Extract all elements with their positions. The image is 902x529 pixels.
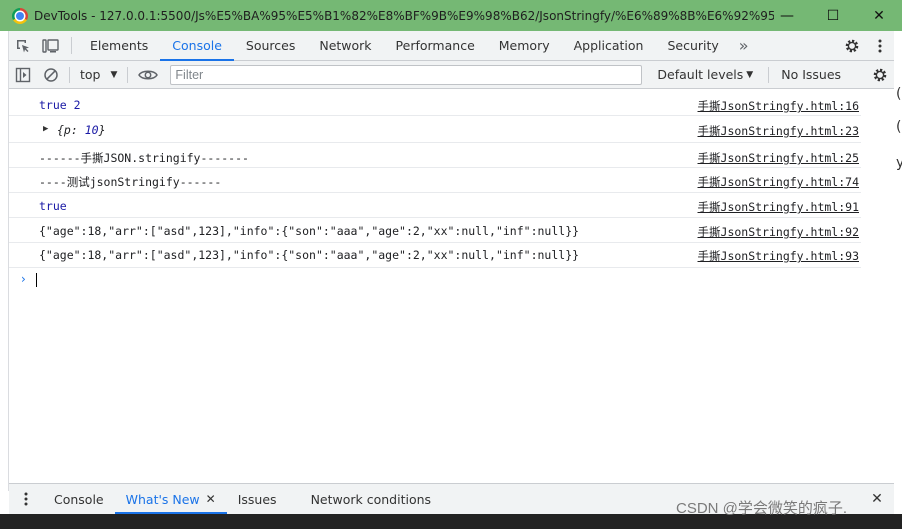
log-levels-dropdown[interactable]: Default levels ▼ xyxy=(653,67,757,82)
drawer-tab-console[interactable]: Console xyxy=(43,484,115,514)
window-controls: — ☐ ✕ xyxy=(764,0,902,31)
message-text: true xyxy=(39,199,67,213)
message-text: {"age":18,"arr":["asd",123],"info":{"son… xyxy=(39,224,580,238)
source-link[interactable]: 手撕JsonStringfy.html:91 xyxy=(698,199,859,215)
console-message: {"age":18,"arr":["asd",123],"info":{"son… xyxy=(9,244,861,268)
toolbar-divider xyxy=(127,66,129,83)
context-label: top xyxy=(80,67,101,82)
live-expression-eye-icon[interactable] xyxy=(132,61,164,89)
console-message: {"age":18,"arr":["asd",123],"info":{"son… xyxy=(9,219,861,243)
source-link[interactable]: 手撕JsonStringfy.html:74 xyxy=(698,174,859,190)
settings-gear-icon[interactable] xyxy=(838,38,866,54)
clear-console-icon[interactable] xyxy=(37,61,65,89)
chrome-logo-icon xyxy=(12,7,28,24)
text-cursor xyxy=(36,273,37,287)
chevron-down-icon: ▼ xyxy=(746,69,754,80)
toolbar-divider xyxy=(69,66,70,83)
issues-counter[interactable]: No Issues xyxy=(768,66,853,83)
prompt-chevron-icon: › xyxy=(21,272,26,286)
window-titlebar: DevTools - 127.0.0.1:5500/Js%E5%BA%95%E5… xyxy=(0,0,902,31)
message-object[interactable]: {p: 10} xyxy=(57,123,106,137)
tab-application[interactable]: Application xyxy=(562,31,656,60)
source-link[interactable]: 手撕JsonStringfy.html:93 xyxy=(698,248,859,264)
source-link[interactable]: 手撕JsonStringfy.html:16 xyxy=(698,98,859,114)
context-selector[interactable]: top ▼ xyxy=(74,67,123,82)
show-sidebar-icon[interactable] xyxy=(9,61,37,89)
devtools-tabbar: Elements Console Sources Network Perform… xyxy=(9,31,894,61)
console-message: true 手撕JsonStringfy.html:91 xyxy=(9,194,861,218)
page-char-3: y xyxy=(896,155,902,171)
object-open: {p: xyxy=(57,123,85,137)
drawer-tab-label: What's New xyxy=(125,491,200,507)
close-tab-icon[interactable]: ✕ xyxy=(206,492,216,506)
console-settings-gear-icon[interactable] xyxy=(866,61,894,89)
drawer-tab-whats-new[interactable]: What's New ✕ xyxy=(114,484,227,514)
drawer-tab-issues[interactable]: Issues xyxy=(227,484,288,514)
chevron-down-icon: ▼ xyxy=(110,69,118,80)
expand-triangle-icon[interactable]: ▶ xyxy=(43,124,48,134)
console-message: ▶ {p: 10} 手撕JsonStringfy.html:23 xyxy=(9,117,861,143)
message-text: true 2 xyxy=(39,98,81,112)
message-text: {"age":18,"arr":["asd",123],"info":{"son… xyxy=(39,248,580,262)
boolean-value: true xyxy=(39,98,67,112)
tab-console[interactable]: Console xyxy=(160,31,234,61)
number-value: 2 xyxy=(73,98,81,112)
console-output[interactable]: true 2 手撕JsonStringfy.html:16 ▶ {p: 10} … xyxy=(9,89,894,483)
drawer-tab-network-conditions[interactable]: Network conditions xyxy=(300,484,442,514)
minimize-button[interactable]: — xyxy=(764,0,810,31)
console-message: true 2 手撕JsonStringfy.html:16 xyxy=(9,94,861,116)
maximize-button[interactable]: ☐ xyxy=(810,0,856,31)
console-message: ----测试jsonStringify------ 手撕JsonStringfy… xyxy=(9,169,861,193)
console-message: ------手撕JSON.stringify------- 手撕JsonStri… xyxy=(9,144,861,168)
inspect-element-icon[interactable] xyxy=(9,31,37,60)
source-link[interactable]: 手撕JsonStringfy.html:92 xyxy=(698,224,859,240)
tab-performance[interactable]: Performance xyxy=(384,31,487,60)
source-link[interactable]: 手撕JsonStringfy.html:23 xyxy=(698,123,859,139)
message-text: ------手撕JSON.stringify------- xyxy=(39,151,249,165)
right-page-strip: ( ( y xyxy=(894,31,902,491)
tab-memory[interactable]: Memory xyxy=(487,31,562,60)
object-value: 10 xyxy=(84,123,99,137)
source-link[interactable]: 手撕JsonStringfy.html:25 xyxy=(698,150,859,166)
tab-sources[interactable]: Sources xyxy=(234,31,307,60)
tab-network[interactable]: Network xyxy=(307,31,383,60)
more-options-icon[interactable] xyxy=(866,39,894,53)
filter-input[interactable] xyxy=(170,64,643,85)
left-page-strip xyxy=(0,31,9,491)
page-char-2: ( xyxy=(896,119,902,135)
drawer-menu-icon[interactable] xyxy=(9,484,43,514)
tab-elements[interactable]: Elements xyxy=(78,31,160,60)
tab-security[interactable]: Security xyxy=(655,31,730,60)
more-tabs-button[interactable]: » xyxy=(731,31,757,60)
console-prompt[interactable]: › xyxy=(9,271,861,289)
window-title: DevTools - 127.0.0.1:5500/Js%E5%BA%95%E5… xyxy=(34,8,774,23)
watermark: CSDN @学会微笑的疯子. xyxy=(676,500,848,517)
console-toolbar: top ▼ Default levels ▼ No Issues xyxy=(9,61,894,89)
message-text: ----测试jsonStringify------ xyxy=(39,175,222,189)
tabbar-divider xyxy=(71,37,72,54)
close-drawer-icon[interactable]: ✕ xyxy=(860,484,894,514)
close-window-button[interactable]: ✕ xyxy=(856,0,902,31)
page-char-1: ( xyxy=(896,86,902,102)
log-levels-label: Default levels xyxy=(657,67,744,82)
device-toolbar-icon[interactable] xyxy=(37,31,65,60)
object-close: } xyxy=(98,123,106,137)
